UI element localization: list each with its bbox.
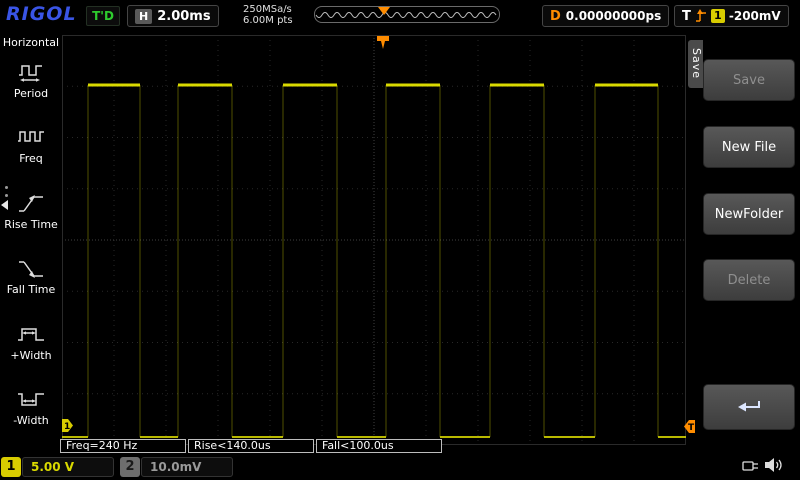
period-icon [0, 56, 62, 88]
h-label: H [135, 9, 152, 24]
sidebar-item-label: Freq [0, 153, 62, 165]
channel1-scale[interactable]: 5.00 V [22, 457, 114, 477]
new-folder-button[interactable]: NewFolder [703, 193, 795, 235]
memory-position-strip[interactable] [314, 6, 500, 23]
channel2-badge[interactable]: 2 [120, 457, 140, 477]
sidebar-item-label: +Width [0, 350, 62, 362]
rise-time-icon [0, 187, 62, 219]
freq-icon [0, 121, 62, 153]
memory-depth: 6.00M pts [243, 15, 293, 26]
measurement-freq: Freq=240 Hz [60, 439, 186, 453]
sidebar-item-label: Fall Time [0, 284, 62, 296]
memory-waveform-preview [315, 7, 499, 22]
channel1-offset-marker-icon[interactable]: 1 [62, 419, 73, 432]
trigger-level-value: -200mV [729, 9, 781, 23]
trigger-status-badge: T'D [86, 6, 120, 26]
trigger-source-badge: 1 [711, 9, 725, 23]
strip-trigger-position-icon [378, 7, 390, 15]
sidebar-item-label: -Width [0, 415, 62, 427]
return-button[interactable] [703, 384, 795, 430]
minus-width-icon [0, 383, 62, 415]
timebase-value: 2.00ms [157, 9, 210, 24]
sample-rate: 250MSa/s [243, 4, 293, 15]
sidebar-item-period[interactable]: Period [0, 56, 62, 100]
graticule [62, 35, 686, 445]
new-file-button[interactable]: New File [703, 126, 795, 168]
sidebar-item-fall-time[interactable]: Fall Time [0, 252, 62, 296]
svg-text:1: 1 [64, 422, 70, 432]
trigger-position-marker-icon[interactable] [377, 36, 389, 50]
sidebar-item-freq[interactable]: Freq [0, 121, 62, 165]
svg-text:T: T [688, 423, 695, 433]
oscilloscope-screen: RIGOL T'D H 2.00ms 250MSa/s 6.00M pts D … [0, 0, 800, 480]
trigger-level-marker-icon[interactable]: T [684, 420, 695, 433]
measurement-fall: Fall<100.0us [316, 439, 442, 453]
sidebar-item-plus-width[interactable]: +Width [0, 318, 62, 362]
sidebar-item-label: Rise Time [0, 219, 62, 231]
menu-tab-save: Save [688, 40, 703, 88]
rigol-logo: RIGOL [6, 3, 77, 25]
delay-label: D [550, 9, 561, 24]
acquisition-info: 250MSa/s 6.00M pts [243, 4, 293, 26]
sidebar-item-rise-time[interactable]: Rise Time [0, 187, 62, 231]
delay-display[interactable]: D 0.00000000ps [542, 5, 669, 27]
horizontal-timebase-display[interactable]: H 2.00ms [127, 5, 219, 27]
plus-width-icon [0, 318, 62, 350]
delay-value: 0.00000000ps [566, 9, 661, 23]
return-arrow-icon [731, 397, 767, 417]
trigger-display[interactable]: T 1 -200mV [674, 5, 789, 27]
channel1-badge[interactable]: 1 [1, 457, 21, 477]
save-button[interactable]: Save [703, 59, 795, 101]
speaker-icon [764, 456, 784, 474]
delete-button[interactable]: Delete [703, 259, 795, 301]
rising-edge-icon [695, 8, 707, 24]
channel2-scale[interactable]: 10.0mV [141, 457, 233, 477]
sidebar-item-minus-width[interactable]: -Width [0, 383, 62, 427]
sidebar-item-label: Period [0, 88, 62, 100]
usb-icon [742, 459, 760, 473]
fall-time-icon [0, 252, 62, 284]
menu-page-indicator-icon[interactable] [1, 200, 8, 210]
left-menu-title: Horizontal [0, 36, 62, 49]
trigger-label: T [682, 9, 691, 24]
measurement-rise: Rise<140.0us [188, 439, 314, 453]
